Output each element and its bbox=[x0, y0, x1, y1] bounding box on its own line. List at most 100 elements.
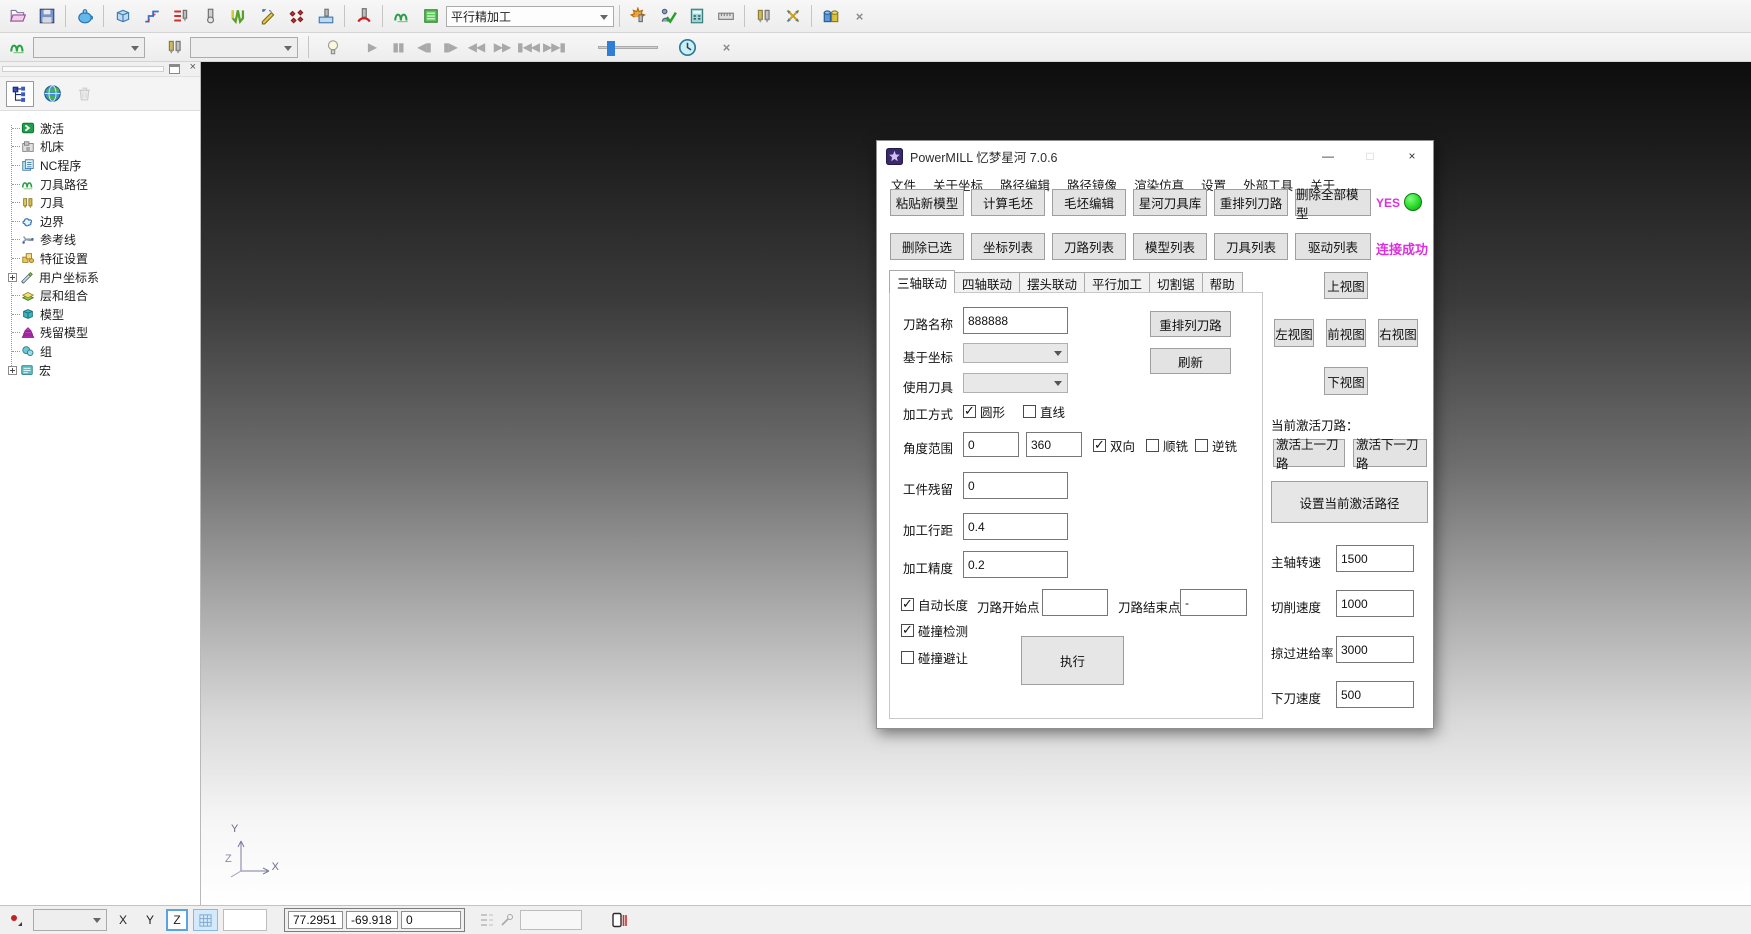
sim-go-end-button[interactable]: ▶▶▮ bbox=[542, 40, 566, 54]
toolpath-name-input[interactable] bbox=[963, 307, 1068, 334]
checkbox-icon[interactable] bbox=[963, 405, 976, 418]
tree-item-stock-models[interactable]: 残留模型 bbox=[6, 324, 200, 343]
tool-library-button[interactable]: 星河刀具库 bbox=[1133, 189, 1207, 216]
dialog-titlebar[interactable]: PowerMILL 忆梦星河 7.0.6 — □ × bbox=[877, 141, 1433, 171]
render-shaded-button[interactable] bbox=[71, 3, 98, 29]
calc-stock-button[interactable]: 计算毛坯 bbox=[971, 189, 1045, 216]
viewmill-button[interactable] bbox=[817, 3, 844, 29]
tree-item-active[interactable]: 激活 bbox=[6, 119, 200, 138]
measure-button[interactable] bbox=[712, 3, 739, 29]
coord-x-field[interactable]: 77.2951 bbox=[288, 911, 343, 929]
collision-avoid-checkbox[interactable]: 碰撞避让 bbox=[901, 648, 968, 667]
record-position-button[interactable] bbox=[4, 909, 28, 931]
coord-list-button[interactable]: 坐标列表 bbox=[971, 233, 1045, 260]
tree-item-boundaries[interactable]: 边界 bbox=[6, 212, 200, 231]
axis-y-button[interactable]: Y bbox=[139, 909, 161, 931]
sim-play-button[interactable]: ▶ bbox=[360, 40, 384, 54]
activate-prev-button[interactable]: 激活上一刀路 bbox=[1273, 439, 1345, 467]
leads-links-button[interactable] bbox=[654, 3, 681, 29]
plunge-feed-input[interactable] bbox=[1336, 681, 1414, 708]
checkbox-icon[interactable] bbox=[1023, 405, 1036, 418]
toolpath-list-button[interactable]: 刀路列表 bbox=[1052, 233, 1126, 260]
linear-checkbox[interactable]: 直线 bbox=[1023, 402, 1065, 421]
axis-z-button[interactable]: Z bbox=[166, 909, 188, 931]
workplane-select[interactable] bbox=[33, 909, 107, 931]
collision-check-button[interactable] bbox=[350, 3, 377, 29]
points-button[interactable] bbox=[283, 3, 310, 29]
calculator-button[interactable] bbox=[683, 3, 710, 29]
circular-checkbox[interactable]: 圆形 bbox=[963, 402, 1005, 421]
sim-fast-forward-button[interactable]: ▶▶ bbox=[490, 40, 514, 54]
sim-go-start-button[interactable]: ▮◀◀ bbox=[516, 40, 540, 54]
view-right-button[interactable]: 右视图 bbox=[1378, 319, 1418, 347]
active-strategy-select[interactable]: 平行精加工 bbox=[446, 6, 614, 27]
tree-item-levels[interactable]: 层和组合 bbox=[6, 286, 200, 305]
sim-tool-select[interactable] bbox=[190, 37, 298, 58]
spindle-speed-input[interactable] bbox=[1336, 545, 1414, 572]
view-top-button[interactable]: 上视图 bbox=[1324, 272, 1368, 299]
end-point-input[interactable] bbox=[1180, 589, 1247, 616]
paste-model-button[interactable]: 粘贴新模型 bbox=[890, 189, 964, 216]
close-dialog-button[interactable]: × bbox=[1391, 141, 1433, 171]
tree-item-workplanes[interactable]: 用户坐标系 bbox=[6, 268, 200, 287]
checkbox-icon[interactable] bbox=[1093, 439, 1106, 452]
panel-grip[interactable]: × bbox=[0, 62, 200, 77]
tree-item-groups[interactable]: 组 bbox=[6, 342, 200, 361]
tab-saw[interactable]: 切割锯 bbox=[1149, 272, 1203, 293]
coord-z-field[interactable]: 0 bbox=[401, 911, 461, 929]
angle-to-input[interactable] bbox=[1026, 432, 1082, 457]
strategy-list-button[interactable] bbox=[417, 3, 444, 29]
tree-item-tools[interactable]: 刀具 bbox=[6, 193, 200, 212]
tree-item-macros[interactable]: 宏 bbox=[6, 361, 200, 380]
climb-mill-checkbox[interactable]: 顺铣 bbox=[1146, 436, 1188, 455]
sim-step-back-button[interactable]: ◀▮ bbox=[412, 40, 436, 54]
checkbox-icon[interactable] bbox=[901, 624, 914, 637]
sim-light-button[interactable] bbox=[319, 34, 346, 60]
close-sim-toolbar-button[interactable]: × bbox=[713, 34, 740, 60]
start-point-input[interactable] bbox=[1042, 589, 1108, 616]
close-panel-button[interactable]: × bbox=[190, 61, 196, 73]
sim-rewind-button[interactable]: ◀◀ bbox=[464, 40, 488, 54]
block-button[interactable] bbox=[109, 3, 136, 29]
execute-button[interactable]: 执行 bbox=[1021, 636, 1124, 685]
auto-length-checkbox[interactable]: 自动长度 bbox=[901, 595, 968, 614]
sim-step-forward-button[interactable]: ▮▶ bbox=[438, 40, 462, 54]
transform-button[interactable] bbox=[779, 3, 806, 29]
activate-next-button[interactable]: 激活下一刀路 bbox=[1353, 439, 1427, 467]
drive-list-button[interactable]: 驱动列表 bbox=[1295, 233, 1371, 260]
tool-change-button[interactable] bbox=[750, 3, 777, 29]
tab-parallel[interactable]: 平行加工 bbox=[1084, 272, 1150, 293]
skim-feed-input[interactable] bbox=[1336, 636, 1414, 663]
tree-item-patterns[interactable]: 参考线 bbox=[6, 231, 200, 250]
tab-4axis[interactable]: 四轴联动 bbox=[954, 272, 1020, 293]
tool-create-button[interactable] bbox=[196, 3, 223, 29]
sim-pause-button[interactable]: ▮▮ bbox=[386, 40, 410, 54]
cutting-speed-input[interactable] bbox=[1336, 590, 1414, 617]
checkbox-icon[interactable] bbox=[901, 651, 914, 664]
close-toolbar-button[interactable]: × bbox=[846, 3, 873, 29]
tree-item-toolpaths[interactable]: 刀具路径 bbox=[6, 175, 200, 194]
view-left-button[interactable]: 左视图 bbox=[1274, 319, 1314, 347]
delete-all-models-button[interactable]: 删除全部模型 bbox=[1295, 189, 1371, 216]
tree-item-nc-programs[interactable]: NC程序 bbox=[6, 156, 200, 175]
explorer-globe-button[interactable] bbox=[38, 81, 66, 107]
save-project-button[interactable] bbox=[33, 3, 60, 29]
sim-clock-button[interactable] bbox=[674, 34, 701, 60]
rearrange-button[interactable]: 重排列刀路 bbox=[1150, 311, 1231, 337]
view-front-button[interactable]: 前视图 bbox=[1326, 319, 1366, 347]
simulate-toolpath-button[interactable] bbox=[312, 3, 339, 29]
grid-toggle-button[interactable] bbox=[193, 909, 218, 931]
explorer-trash-button[interactable] bbox=[70, 81, 98, 107]
open-project-button[interactable] bbox=[4, 3, 31, 29]
restore-window-icon[interactable] bbox=[169, 64, 180, 74]
tree-item-machine[interactable]: 机床 bbox=[6, 138, 200, 157]
strategies-button[interactable] bbox=[225, 3, 252, 29]
expand-plus-icon[interactable] bbox=[8, 366, 17, 375]
sim-toolpath-select[interactable] bbox=[33, 37, 145, 58]
use-tool-select[interactable] bbox=[963, 373, 1068, 393]
rearrange-toolpath-button[interactable]: 重排列刀路 bbox=[1214, 189, 1288, 216]
tool-list-button[interactable]: 刀具列表 bbox=[1214, 233, 1288, 260]
model-list-button[interactable]: 模型列表 bbox=[1133, 233, 1207, 260]
view-bottom-button[interactable]: 下视图 bbox=[1324, 367, 1368, 395]
page-pause-icon[interactable] bbox=[611, 912, 627, 929]
